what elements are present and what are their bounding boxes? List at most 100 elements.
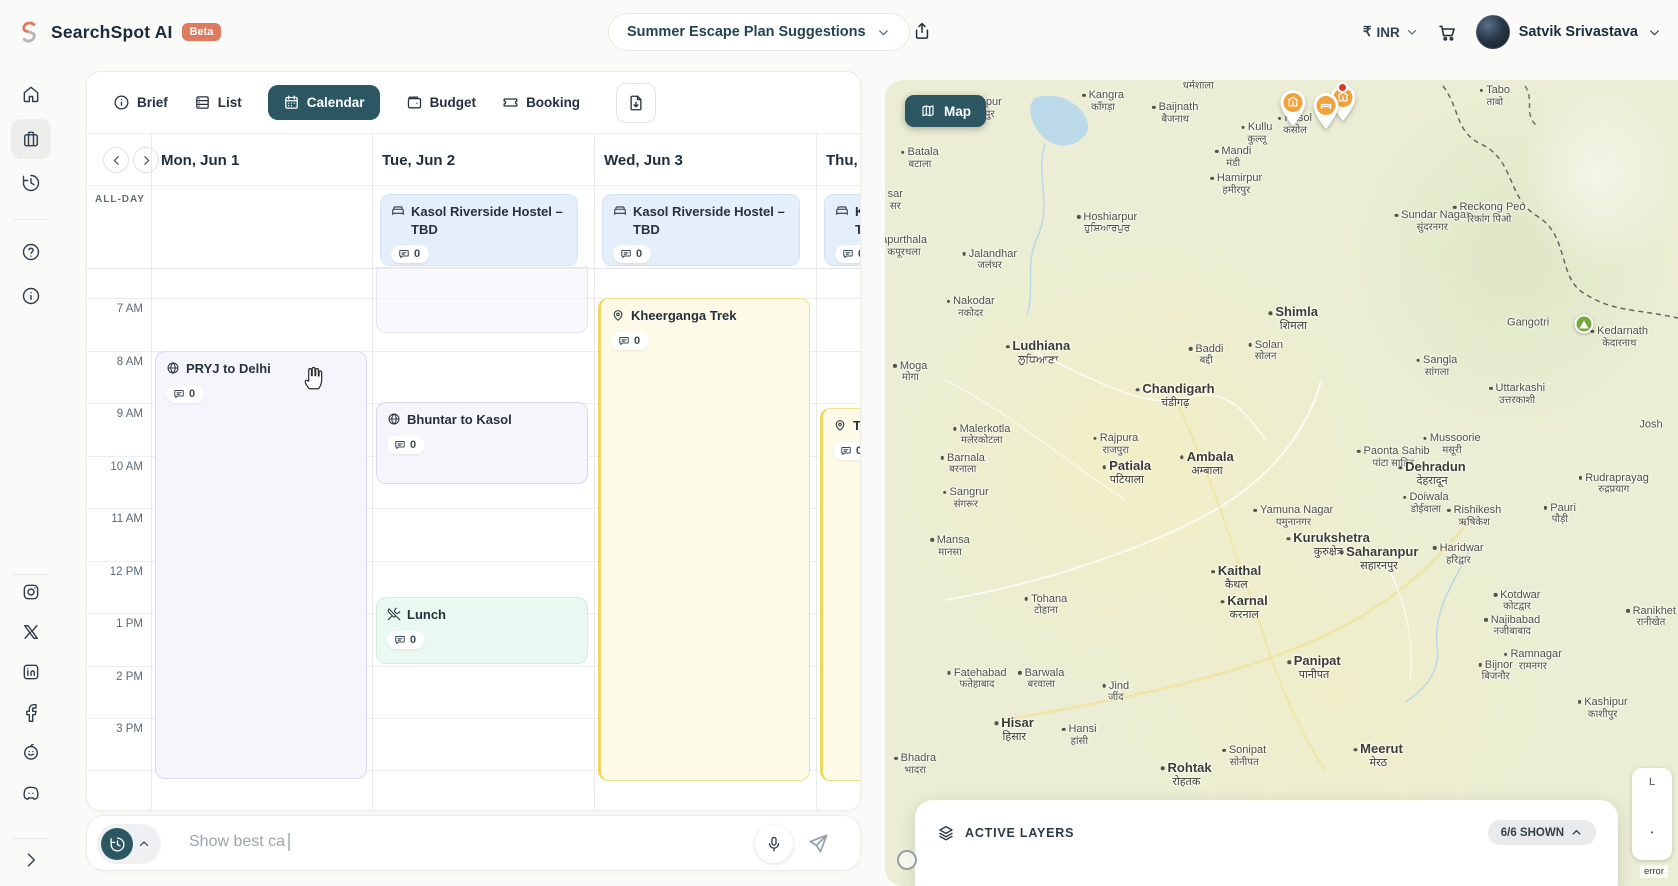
linkedin-icon (21, 662, 41, 682)
sidebar-item-help[interactable] (11, 232, 51, 272)
comment-count-badge[interactable]: 0 (387, 435, 426, 454)
prev-day-button[interactable] (103, 147, 129, 173)
day-header: Tue, Jun 2 (382, 151, 456, 169)
bed-icon (391, 203, 405, 218)
hour-label: 7 AM (116, 303, 143, 315)
chevron-up-icon (1572, 829, 1581, 835)
map-red-marker[interactable] (1337, 81, 1348, 93)
sidebar-item-info[interactable] (11, 276, 51, 316)
sidebar-item-home[interactable] (11, 74, 51, 114)
hour-label: 1 PM (116, 618, 143, 630)
layers-shown-count: 6/6 SHOWN (1500, 826, 1564, 839)
all-day-event[interactable]: Kasol Riverside Hostel – TBD 0 (380, 194, 578, 266)
comment-count-badge[interactable]: 0 (833, 441, 860, 460)
chevron-down-icon (876, 25, 891, 40)
comment-count-badge[interactable]: 0 (387, 630, 426, 649)
comment-count-badge[interactable]: 0 (391, 245, 430, 264)
map-control-glyph: L (1648, 776, 1656, 788)
all-day-event[interactable]: Kasol Riverside Hostel – TBD 0 (602, 194, 800, 266)
export-button[interactable] (616, 82, 657, 123)
send-button[interactable] (807, 832, 830, 855)
tab-label: Calendar (306, 95, 365, 110)
next-day-button[interactable] (133, 147, 159, 173)
currency-selector[interactable]: ₹ INR (1363, 24, 1419, 40)
map-poi-pin[interactable] (1278, 89, 1308, 127)
sidebar-item-instagram[interactable] (11, 572, 51, 612)
user-menu[interactable]: Satvik Srivastava (1475, 15, 1662, 49)
comment-count-badge[interactable]: 0 (611, 331, 650, 350)
rupee-icon: ₹ (1362, 24, 1372, 39)
brand-name: SearchSpot AI (51, 21, 173, 42)
tab-list[interactable]: List (194, 94, 242, 111)
chat-input[interactable]: Show best ca (189, 833, 290, 851)
chat-mode-button[interactable] (97, 824, 161, 864)
brand[interactable]: SearchSpot AI Beta (16, 0, 222, 64)
map-controls[interactable]: L • (1632, 768, 1672, 860)
map-attribution[interactable]: error (1639, 865, 1668, 878)
comment-icon (394, 439, 406, 451)
calendar-event[interactable]: Bhuntar to Kasol 0 (376, 402, 588, 484)
comment-count-badge[interactable]: 0 (613, 245, 652, 264)
column-divider (816, 134, 817, 810)
sidebar-item-expand-sidebar[interactable] (11, 840, 51, 880)
wallet-icon (406, 94, 423, 111)
home-icon (21, 84, 41, 104)
tab-label: Brief (137, 95, 168, 110)
layers-shown-toggle[interactable]: 6/6 SHOWN (1487, 820, 1596, 845)
mic-button[interactable] (755, 825, 793, 863)
user-name: Satvik Srivastava (1518, 24, 1638, 40)
calendar-event[interactable]: PRYJ to Delhi 0 (155, 351, 367, 779)
sidebar-item-discord[interactable] (11, 773, 51, 813)
river (1026, 143, 1046, 316)
road (944, 379, 1126, 501)
map-attribution-icon[interactable] (897, 850, 917, 870)
history-icon[interactable] (101, 828, 133, 860)
map-peak-marker[interactable] (1574, 314, 1594, 334)
map-poi-pin[interactable] (1311, 92, 1341, 130)
tab-label: Booking (526, 95, 581, 110)
calendar-event[interactable]: Kheerganga Trek 0 (598, 298, 810, 781)
sidebar-divider (13, 838, 49, 839)
map-toggle-button[interactable]: Map (905, 95, 986, 127)
sidebar-item-trips[interactable] (11, 119, 51, 159)
calendar-event (376, 267, 588, 333)
calendar-icon (283, 94, 300, 111)
sidebar-item-reddit[interactable] (11, 732, 51, 772)
instagram-icon (21, 582, 41, 602)
cart-icon[interactable] (1437, 22, 1458, 43)
avatar (1475, 15, 1510, 49)
calendar-event[interactable]: Lunch 0 (376, 597, 588, 664)
comment-count-badge[interactable]: 0 (166, 384, 205, 403)
tab-label: Budget (429, 95, 477, 110)
all-day-event[interactable]: Kasol Riverside Hostel – TBD 0 (824, 194, 860, 266)
utensils-icon (387, 606, 401, 621)
chevron-down-icon (1407, 29, 1416, 35)
event-title: Kasol Riverside Hostel – TBD (855, 203, 860, 238)
sidebar-item-history[interactable] (11, 163, 51, 203)
tab-booking[interactable]: Booking (502, 94, 580, 111)
tab-budget[interactable]: Budget (406, 94, 477, 111)
app-header: SearchSpot AI Beta Summer Escape Plan Su… (0, 0, 1678, 64)
sidebar-item-linkedin[interactable] (11, 652, 51, 692)
tab-calendar[interactable]: Calendar (267, 85, 380, 120)
sidebar-item-facebook[interactable] (11, 693, 51, 733)
comment-icon (173, 388, 185, 400)
chat-placeholder: Show best ca (189, 833, 286, 850)
plan-selector[interactable]: Summer Escape Plan Suggestions (608, 13, 910, 51)
comment-count-badge[interactable]: 0 (835, 245, 860, 264)
map-panel[interactable]: Kangra काँगड़ा धर्मशाला Baijnath बैजनाथ Kullu… (885, 80, 1678, 886)
share-icon[interactable] (912, 21, 932, 41)
event-title: PRYJ to Delhi (186, 361, 271, 376)
list-icon (194, 94, 211, 111)
calendar-panel: Brief List Calendar Budget Booking Mon, Jun … (86, 71, 861, 811)
currency-code: INR (1376, 24, 1400, 40)
calendar-header-row: Mon, Jun 1 Tue, Jun 2 Wed, Jun 3 Thu, J (87, 134, 860, 186)
tab-brief[interactable]: Brief (113, 94, 168, 111)
sidebar-item-x[interactable] (11, 612, 51, 652)
all-day-row: ALL-DAY Kasol Riverside Hostel – TBD 0 Kas… (87, 186, 860, 269)
calendar-event[interactable]: To 0 (820, 408, 860, 781)
discord-icon (21, 783, 41, 803)
chevron-up-icon (139, 841, 149, 847)
map-features (944, 85, 1678, 771)
plan-selector-label: Summer Escape Plan Suggestions (627, 24, 866, 40)
